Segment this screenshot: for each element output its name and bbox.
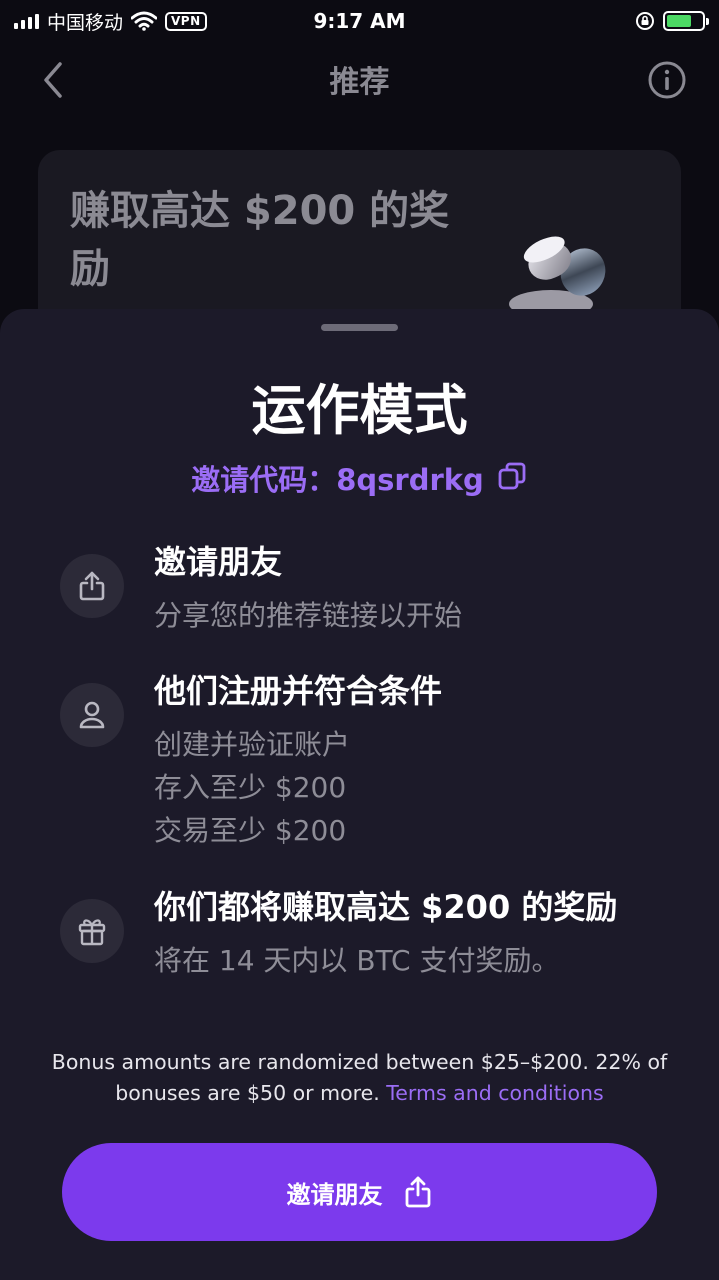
step-description: 分享您的推荐链接以开始 [154,594,694,637]
battery-icon [663,11,709,31]
status-left: 中国移动 VPN [14,8,207,35]
how-it-works-sheet: 运作模式 邀请代码：8qsrdrkg 邀请朋友 分享您的推荐链接以开始 他们注册… [0,309,719,1280]
bonus-disclaimer: Bonus amounts are randomized between $25… [40,1047,679,1109]
nav-bar: 推荐 [0,48,719,110]
step-description-line: 分享您的推荐链接以开始 [154,599,463,632]
signal-icon [14,13,39,29]
copy-icon[interactable] [496,460,528,492]
sheet-drag-handle[interactable] [321,324,398,331]
step-description-line: 将在 14 天内以 BTC 支付奖励。 [154,944,560,977]
status-right [635,11,709,31]
person-icon [79,701,105,729]
step-title: 他们注册并符合条件 [154,672,443,710]
coins-illustration [509,236,606,314]
invite-code-label: 邀请代码： [191,463,337,497]
sheet-title: 运作模式 [251,379,468,442]
share-icon [79,571,105,601]
vpn-badge: VPN [165,11,207,31]
gift-icon [78,919,106,946]
step-icon-circle [60,554,124,618]
step-description-line: 存入至少 $200 [154,771,347,804]
status-bar: 中国移动 VPN 9:17 AM [0,0,719,42]
step-title: 邀请朋友 [154,543,283,581]
step-description-line: 交易至少 $200 [154,814,347,847]
promo-title: 赚取高达 $200 的奖励 [70,188,450,292]
step-title: 你们都将赚取高达 $200 的奖励 [154,888,618,926]
back-icon[interactable] [34,60,74,100]
invite-code-row[interactable]: 邀请代码：8qsrdrkg [0,457,719,499]
info-icon[interactable] [647,60,687,100]
share-icon [405,1176,430,1208]
step-description: 创建并验证账户 存入至少 $200 交易至少 $200 [154,723,694,852]
carrier-label: 中国移动 [47,11,124,34]
invite-friends-button[interactable]: 邀请朋友 [62,1143,657,1241]
step-description: 将在 14 天内以 BTC 支付奖励。 [154,939,694,982]
terms-link[interactable]: Terms and conditions [386,1081,603,1105]
step-icon-circle [60,899,124,963]
invite-code-value: 8qsrdrkg [336,463,484,497]
wifi-icon [131,11,158,31]
orientation-lock-icon [636,12,654,30]
invite-friends-button-label: 邀请朋友 [286,1180,383,1209]
step-description-line: 创建并验证账户 [154,728,351,761]
page-title: 推荐 [329,65,390,100]
step-icon-circle [60,683,124,747]
